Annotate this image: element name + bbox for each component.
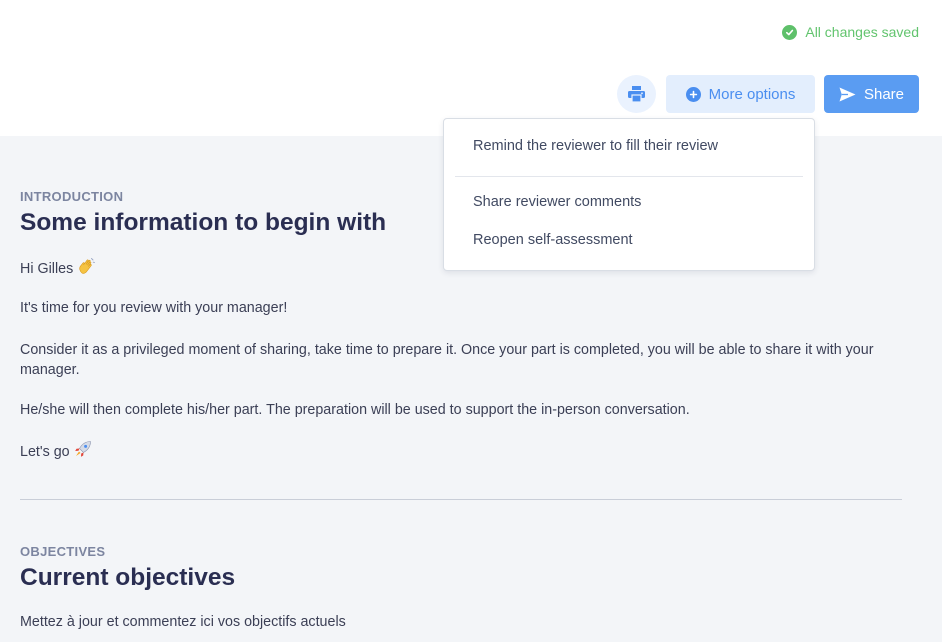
more-options-button[interactable]: More options	[666, 75, 815, 113]
more-options-menu: Remind the reviewer to fill their review…	[443, 118, 815, 271]
introduction-title: Some information to begin with	[20, 209, 387, 236]
top-bar: All changes saved More options Share	[0, 0, 942, 136]
rocket-icon	[74, 440, 92, 464]
menu-item-reopen-self-assessment[interactable]: Reopen self-assessment	[473, 232, 633, 248]
objectives-title: Current objectives	[20, 564, 236, 591]
intro-paragraph-1: It's time for you review with your manag…	[20, 300, 288, 316]
menu-item-remind-reviewer[interactable]: Remind the reviewer to fill their review	[473, 138, 718, 154]
more-options-label: More options	[708, 85, 796, 103]
send-icon	[839, 87, 856, 101]
share-button[interactable]: Share	[824, 75, 919, 113]
plus-circle-icon	[685, 86, 701, 102]
save-status: All changes saved	[782, 24, 919, 40]
share-label: Share	[863, 85, 905, 103]
save-status-text: All changes saved	[805, 24, 919, 40]
section-divider	[20, 499, 902, 500]
menu-divider	[455, 176, 803, 177]
check-circle-icon	[782, 24, 798, 40]
menu-item-share-reviewer-comments[interactable]: Share reviewer comments	[473, 194, 641, 210]
printer-icon	[628, 86, 645, 102]
closing-text: Let's go	[20, 444, 70, 460]
objectives-description: Mettez à jour et commentez ici vos objec…	[20, 614, 346, 630]
closing-line: Let's go	[20, 440, 880, 464]
waving-hand-icon	[77, 257, 96, 281]
objectives-label: OBJECTIVES	[20, 544, 106, 559]
greeting-text: Hi Gilles	[20, 261, 74, 277]
introduction-label: INTRODUCTION	[20, 189, 124, 204]
print-button[interactable]	[617, 75, 656, 113]
intro-paragraph-3: He/she will then complete his/her part. …	[20, 402, 690, 418]
intro-paragraph-2: Consider it as a privileged moment of sh…	[20, 342, 874, 378]
